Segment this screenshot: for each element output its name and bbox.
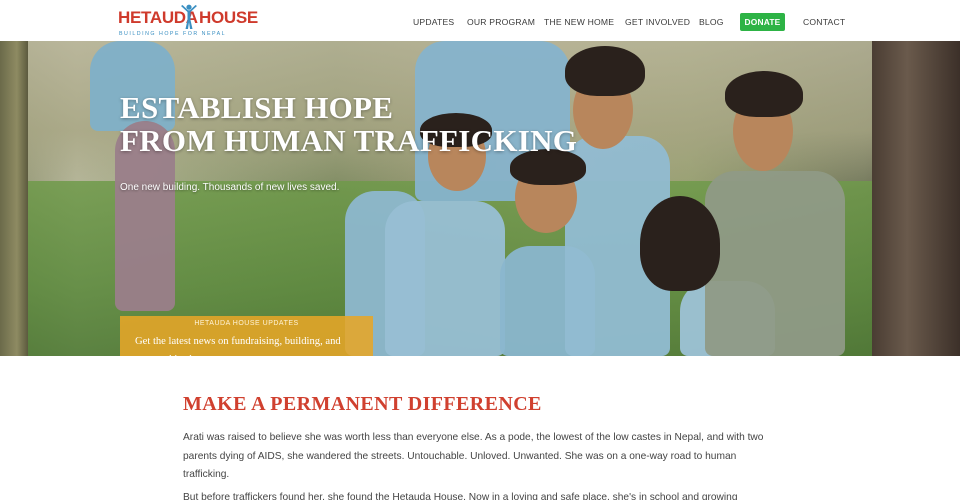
updates-cta-box[interactable]: HETAUDA HOUSE UPDATES Get the latest new… xyxy=(120,316,373,356)
hero-title: ESTABLISH HOPE FROM HUMAN TRAFFICKING xyxy=(120,91,577,157)
story-paragraph: But before traffickers found her, she fo… xyxy=(183,492,738,500)
cta-kicker: HETAUDA HOUSE UPDATES xyxy=(194,320,299,327)
hero-title-line-1: ESTABLISH HOPE xyxy=(120,90,394,125)
hero-photo-hair xyxy=(565,46,645,96)
hero-photo-hair xyxy=(640,196,720,291)
hero-photo-right-door xyxy=(872,41,960,356)
site-logo[interactable]: HETAUDA HOUSE BUILDING HOPE FOR NEPAL xyxy=(118,4,258,38)
nav-blog[interactable]: BLOG xyxy=(699,13,724,31)
logo-word-house: HOUSE xyxy=(199,8,258,27)
story-paragraph: Arati was raised to believe she was wort… xyxy=(183,432,764,480)
hero-title-line-2: FROM HUMAN TRAFFICKING xyxy=(120,123,578,158)
logo-tagline: BUILDING HOPE FOR NEPAL xyxy=(119,31,227,37)
hero-photo-hair xyxy=(725,71,803,117)
nav-contact[interactable]: CONTACT xyxy=(803,13,845,31)
section-heading: MAKE A PERMANENT DIFFERENCE xyxy=(183,393,542,415)
nav-our-program[interactable]: OUR PROGRAM xyxy=(467,13,535,31)
person-arms-raised-icon xyxy=(181,4,197,29)
donate-button[interactable]: DONATE xyxy=(740,13,785,31)
nav-the-new-home[interactable]: THE NEW HOME xyxy=(544,13,614,31)
hero-photo-figure xyxy=(385,201,505,356)
hero-subtitle: One new building. Thousands of new lives… xyxy=(120,182,340,193)
nav-updates[interactable]: UPDATES xyxy=(413,13,454,31)
hero-photo-left-post xyxy=(0,41,28,356)
hero-photo-figure xyxy=(705,171,845,356)
site-header: HETAUDA HOUSE BUILDING HOPE FOR NEPAL UP… xyxy=(0,0,960,41)
nav-get-involved[interactable]: GET INVOLVED xyxy=(625,13,690,31)
hero-banner: ESTABLISH HOPE FROM HUMAN TRAFFICKING On… xyxy=(0,41,960,356)
cta-text: Get the latest news on fundraising, buil… xyxy=(135,336,341,356)
